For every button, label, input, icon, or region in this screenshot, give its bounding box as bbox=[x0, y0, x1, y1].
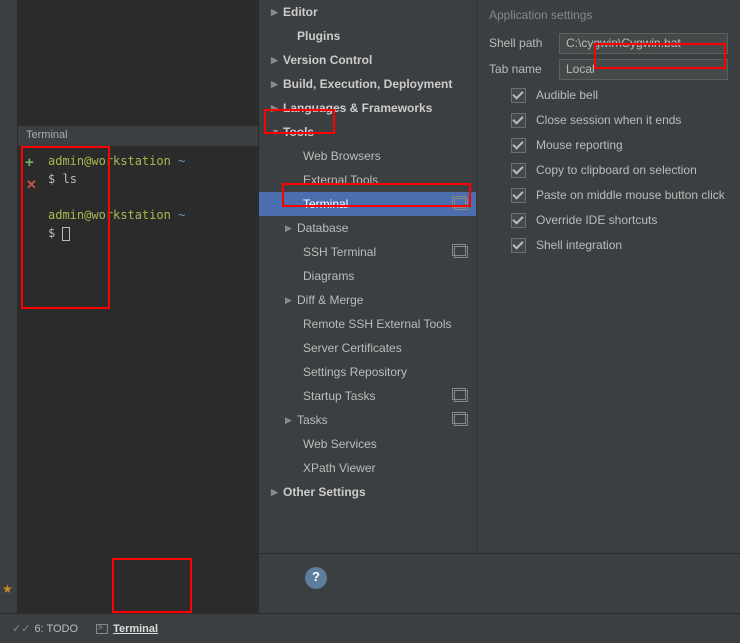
per-project-icon bbox=[454, 246, 468, 258]
terminal-prompt-symbol: $ bbox=[48, 226, 55, 240]
tab-name-input[interactable]: Local bbox=[559, 59, 728, 80]
checkbox-icon bbox=[511, 113, 526, 128]
terminal-output[interactable]: admin@workstation ~ $ ls admin@workstati… bbox=[48, 152, 254, 242]
tree-item-external-tools[interactable]: External Tools bbox=[259, 168, 476, 192]
tab-name-label: Tab name bbox=[489, 62, 559, 76]
settings-tree[interactable]: ▶Editor Plugins ▶Version Control ▶Build,… bbox=[258, 0, 477, 613]
per-project-icon bbox=[454, 198, 468, 210]
editor-background bbox=[18, 0, 258, 613]
terminal-command: ls bbox=[62, 172, 76, 186]
checkbox-icon bbox=[511, 88, 526, 103]
checkbox-close-session[interactable]: Close session when it ends bbox=[511, 110, 728, 130]
terminal-new-tab-icon[interactable]: + bbox=[25, 154, 44, 171]
tree-item-diff-merge[interactable]: ▶Diff & Merge bbox=[259, 288, 476, 312]
tree-item-terminal[interactable]: Terminal bbox=[259, 192, 476, 216]
tree-item-startup-tasks[interactable]: Startup Tasks bbox=[259, 384, 476, 408]
tree-item-database[interactable]: ▶Database bbox=[259, 216, 476, 240]
checkbox-icon bbox=[511, 138, 526, 153]
checkbox-paste-middle[interactable]: Paste on middle mouse button click bbox=[511, 185, 728, 205]
tree-item-remote-ssh[interactable]: Remote SSH External Tools bbox=[259, 312, 476, 336]
favorites-star-icon: ★ bbox=[2, 582, 13, 596]
terminal-icon bbox=[96, 624, 108, 634]
terminal-prompt-path: ~ bbox=[178, 154, 185, 168]
tree-item-tools[interactable]: ▼Tools bbox=[259, 120, 476, 144]
checkbox-icon bbox=[511, 238, 526, 253]
terminal-prompt-user: admin@workstation bbox=[48, 154, 171, 168]
favorites-tool-window-tab[interactable]: 2: Favorites bbox=[0, 501, 2, 558]
status-todo[interactable]: ✓✓ 6: TODO bbox=[12, 622, 78, 635]
terminal-prompt-symbol: $ bbox=[48, 172, 55, 186]
status-terminal[interactable]: Terminal bbox=[96, 623, 158, 635]
checkbox-override-ide[interactable]: Override IDE shortcuts bbox=[511, 210, 728, 230]
tree-item-build[interactable]: ▶Build, Execution, Deployment bbox=[259, 72, 476, 96]
per-project-icon bbox=[454, 414, 468, 426]
terminal-cursor bbox=[62, 227, 70, 241]
terminal-prompt-path: ~ bbox=[178, 208, 185, 222]
tree-item-version-control[interactable]: ▶Version Control bbox=[259, 48, 476, 72]
tree-item-server-certificates[interactable]: Server Certificates bbox=[259, 336, 476, 360]
per-project-icon bbox=[454, 390, 468, 402]
checkbox-copy-clipboard[interactable]: Copy to clipboard on selection bbox=[511, 160, 728, 180]
checkbox-shell-integration[interactable]: Shell integration bbox=[511, 235, 728, 255]
tree-item-xpath-viewer[interactable]: XPath Viewer bbox=[259, 456, 476, 480]
tree-item-tasks[interactable]: ▶Tasks bbox=[259, 408, 476, 432]
checkbox-icon bbox=[511, 188, 526, 203]
tree-item-languages[interactable]: ▶Languages & Frameworks bbox=[259, 96, 476, 120]
status-bar: ✓✓ 6: TODO Terminal bbox=[0, 613, 740, 643]
checkbox-icon bbox=[511, 163, 526, 178]
todo-icon: ✓✓ bbox=[12, 622, 30, 635]
help-button[interactable]: ? bbox=[305, 567, 327, 589]
tree-item-other-settings[interactable]: ▶Other Settings bbox=[259, 480, 476, 504]
terminal-close-tab-icon[interactable]: ✕ bbox=[26, 177, 44, 193]
section-title: Application settings bbox=[477, 0, 740, 28]
tree-item-web-browsers[interactable]: Web Browsers bbox=[259, 144, 476, 168]
tree-item-web-services[interactable]: Web Services bbox=[259, 432, 476, 456]
shell-path-input[interactable]: C:\cygwin\Cygwin.bat bbox=[559, 33, 728, 54]
terminal-prompt-user: admin@workstation bbox=[48, 208, 171, 222]
tree-item-diagrams[interactable]: Diagrams bbox=[259, 264, 476, 288]
tree-item-settings-repository[interactable]: Settings Repository bbox=[259, 360, 476, 384]
terminal-panel-title: Terminal bbox=[18, 126, 258, 146]
tree-item-editor[interactable]: ▶Editor bbox=[259, 0, 476, 24]
tree-item-plugins[interactable]: Plugins bbox=[259, 24, 476, 48]
checkbox-audible-bell[interactable]: Audible bell bbox=[511, 85, 728, 105]
settings-footer bbox=[260, 553, 740, 613]
checkbox-mouse-reporting[interactable]: Mouse reporting bbox=[511, 135, 728, 155]
terminal-panel[interactable]: + ✕ admin@workstation ~ $ ls admin@works… bbox=[18, 146, 258, 248]
settings-detail-panel: Application settings Shell path C:\cygwi… bbox=[477, 0, 740, 613]
shell-path-label: Shell path bbox=[489, 36, 559, 50]
checkbox-icon bbox=[511, 213, 526, 228]
tree-item-ssh-terminal[interactable]: SSH Terminal bbox=[259, 240, 476, 264]
